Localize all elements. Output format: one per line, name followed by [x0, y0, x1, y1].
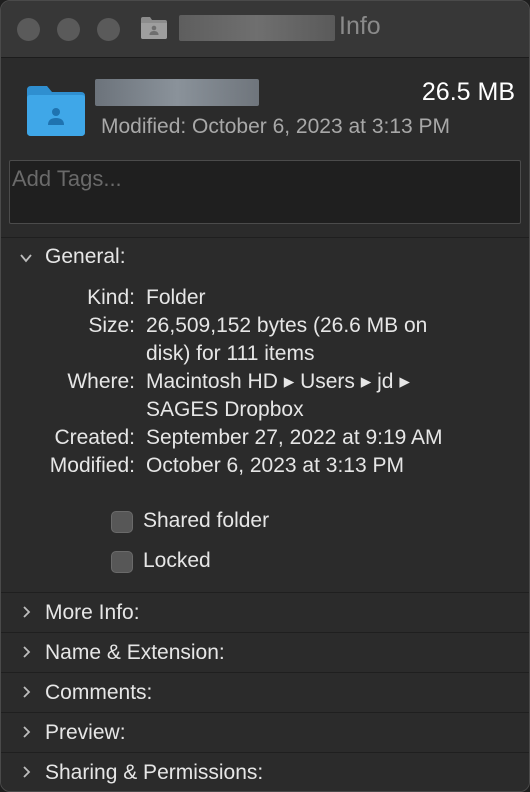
size-summary: 26.5 MB: [421, 78, 515, 106]
section-comments[interactable]: Comments:: [1, 672, 529, 712]
info-key: Kind:: [87, 286, 135, 309]
info-header: 26.5 MB Modified: October 6, 2023 at 3:1…: [1, 58, 529, 236]
info-value: October 6, 2023 at 3:13 PM: [146, 454, 404, 477]
info-value: September 27, 2022 at 9:19 AM: [146, 426, 443, 449]
info-value-line1: 26,509,152 bytes (26.6 MB on: [146, 314, 428, 337]
info-value-line1: Macintosh HD ▸ Users ▸ jd ▸: [146, 370, 410, 393]
zoom-button[interactable]: [97, 18, 120, 41]
modified-summary: Modified: October 6, 2023 at 3:13 PM: [101, 115, 451, 138]
chevron-right-icon: [23, 766, 31, 778]
get-info-window: Info 26.5 MB Modified: October 6, 2023 a…: [0, 0, 530, 792]
folder-icon: [141, 17, 167, 39]
section-general: General: Kind: Folder Size: 26,509,152 b…: [1, 237, 529, 592]
section-label: Sharing & Permissions:: [45, 761, 264, 784]
info-row-size: Size: 26,509,152 bytes (26.6 MB on disk)…: [1, 312, 529, 368]
window-title: Info: [339, 12, 381, 40]
chevron-down-icon: [20, 254, 32, 263]
shared-folder-checkbox[interactable]: [111, 511, 133, 533]
section-preview[interactable]: Preview:: [1, 712, 529, 752]
tags-field[interactable]: Add Tags...: [9, 160, 521, 224]
shared-folder-icon[interactable]: [25, 82, 87, 138]
redacted-file-name: [95, 79, 259, 106]
section-general-label: General:: [45, 245, 126, 268]
info-key: Size:: [88, 314, 135, 337]
info-row-kind: Kind: Folder: [1, 284, 529, 312]
section-general-header[interactable]: General:: [1, 238, 529, 276]
section-more-info[interactable]: More Info:: [1, 592, 529, 632]
chevron-right-icon: [23, 606, 31, 618]
info-key: Created:: [54, 426, 135, 449]
tags-placeholder: Add Tags...: [12, 166, 122, 191]
info-value-line2: disk) for 111 items: [146, 342, 315, 365]
info-key: Modified:: [49, 454, 135, 477]
section-label: Comments:: [45, 681, 153, 704]
info-value: Folder: [146, 286, 206, 309]
shared-folder-label: Shared folder: [143, 509, 270, 532]
chevron-right-icon: [23, 686, 31, 698]
minimize-button[interactable]: [57, 18, 80, 41]
info-key: Where:: [67, 370, 135, 393]
section-name-extension[interactable]: Name & Extension:: [1, 632, 529, 672]
redacted-title-name: [179, 15, 335, 41]
info-value-line2: SAGES Dropbox: [146, 398, 304, 421]
section-sharing-permissions[interactable]: Sharing & Permissions:: [1, 752, 529, 791]
title-bar[interactable]: Info: [1, 1, 529, 58]
info-row-where: Where: Macintosh HD ▸ Users ▸ jd ▸ SAGES…: [1, 368, 529, 424]
info-row-modified: Modified: October 6, 2023 at 3:13 PM: [1, 452, 529, 480]
section-label: More Info:: [45, 601, 140, 624]
chevron-right-icon: [23, 726, 31, 738]
section-label: Preview:: [45, 721, 126, 744]
chevron-right-icon: [23, 646, 31, 658]
locked-checkbox[interactable]: [111, 551, 133, 573]
info-row-created: Created: September 27, 2022 at 9:19 AM: [1, 424, 529, 452]
section-label: Name & Extension:: [45, 641, 225, 664]
close-button[interactable]: [17, 18, 40, 41]
locked-label: Locked: [143, 549, 211, 572]
